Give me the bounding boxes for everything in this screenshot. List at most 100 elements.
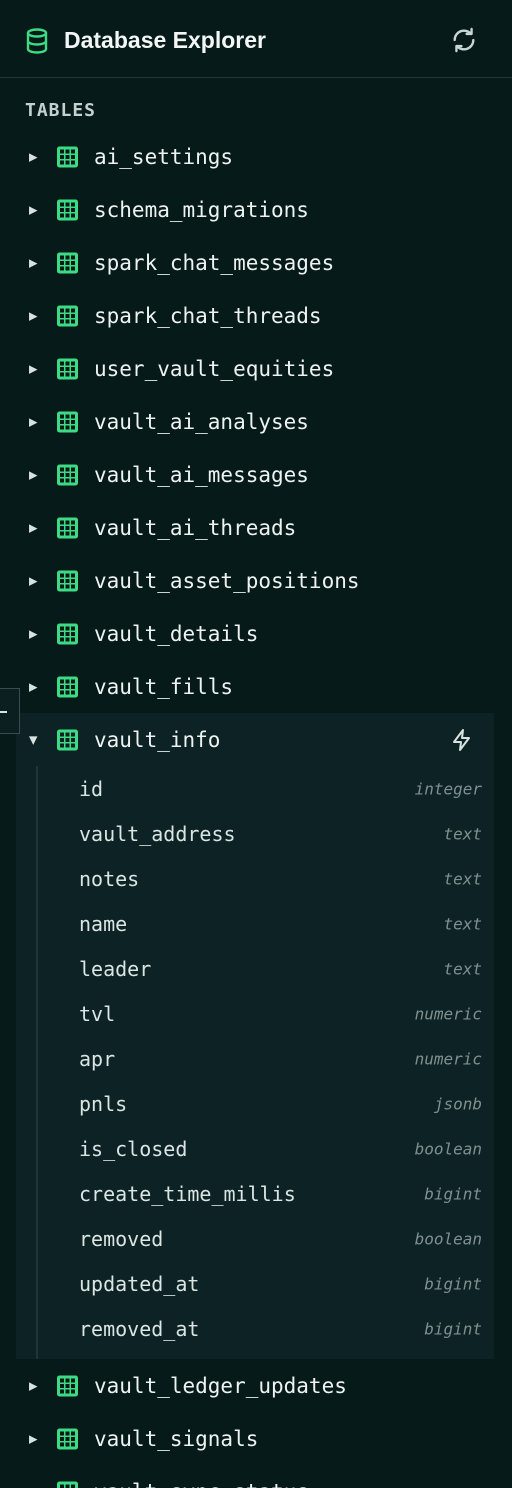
table-tree: ▶ ai_settings ▶ schema_migrations ▶ spark_cha… [0,130,512,1488]
column-name: notes [79,866,140,891]
table-grid-icon [57,464,78,485]
column-type: numeric [414,1049,482,1068]
column-row[interactable]: removed boolean [38,1216,494,1261]
column-type: boolean [414,1229,482,1248]
column-type: text [443,914,482,933]
chevron-right-icon[interactable]: ▶ [29,627,37,640]
table-row[interactable]: ▶ vault_details [0,607,512,660]
table-row[interactable]: ▶ spark_chat_threads [0,289,512,342]
table-row[interactable]: ▶ schema_migrations [0,183,512,236]
table-grid-icon [57,199,78,220]
table-row[interactable]: ▶ user_vault_equities [0,342,512,395]
expanded-table-vault-info: ▼ vault_info id integer vault_address te… [16,713,494,1359]
column-type: text [443,959,482,978]
column-row[interactable]: tvl numeric [38,991,494,1036]
column-row[interactable]: pnls jsonb [38,1081,494,1126]
column-type: bigint [424,1319,482,1338]
table-grid-icon [57,305,78,326]
explorer-header: Database Explorer [0,0,512,78]
table-row[interactable]: ▶ vault_ai_threads [0,501,512,554]
table-row[interactable]: ▶ ai_settings [0,130,512,183]
column-type: text [443,824,482,843]
sidebar-collapse-handle[interactable] [0,688,20,734]
column-name: removed_at [79,1316,200,1341]
table-grid-icon [57,358,78,379]
column-name: id [79,776,104,801]
refresh-button[interactable] [448,24,480,56]
table-row[interactable]: ▶ vault_ai_analyses [0,395,512,448]
chevron-right-icon[interactable]: ▶ [29,256,37,269]
table-row[interactable]: ▶vault_sync_status [0,1465,512,1488]
quick-query-button[interactable] [449,727,475,753]
table-row[interactable]: ▶ vault_fills [0,660,512,713]
column-name: create_time_millis [79,1181,296,1206]
table-row-expanded[interactable]: ▼ vault_info [16,713,494,766]
table-grid-icon [57,146,78,167]
refresh-icon [453,27,475,53]
chevron-right-icon[interactable]: ▶ [29,1432,37,1445]
table-name: vault_ai_threads [94,515,297,540]
column-row[interactable]: is_closed boolean [38,1126,494,1171]
chevron-right-icon[interactable]: ▶ [29,415,37,428]
table-row[interactable]: ▶ spark_chat_messages [0,236,512,289]
column-name: pnls [79,1091,128,1116]
chevron-right-icon[interactable]: ▶ [29,1379,37,1392]
table-name: vault_details [94,621,259,646]
column-name: vault_address [79,821,236,846]
table-row[interactable]: ▶ vault_ai_messages [0,448,512,501]
table-grid-icon [57,623,78,644]
column-name: leader [79,956,152,981]
table-name: ai_settings [94,144,234,169]
table-grid-icon [57,1428,78,1449]
tables-section-label: TABLES [25,100,97,121]
column-name: updated_at [79,1271,200,1296]
column-row[interactable]: create_time_millis bigint [38,1171,494,1216]
table-name: vault_info [94,727,221,752]
column-type: bigint [424,1274,482,1293]
column-row[interactable]: id integer [38,766,494,811]
column-list: id integer vault_address text notes text name t… [36,766,494,1359]
table-grid-icon [57,252,78,273]
table-name: vault_ai_analyses [94,409,309,434]
column-row[interactable]: notes text [38,856,494,901]
chevron-right-icon[interactable]: ▶ [29,309,37,322]
chevron-right-icon[interactable]: ▶ [29,521,37,534]
table-grid-icon [57,1481,78,1488]
column-type: jsonb [433,1094,482,1113]
column-name: is_closed [79,1136,188,1161]
column-type: boolean [414,1139,482,1158]
table-name: vault_signals [94,1426,259,1451]
table-grid-icon [57,729,78,750]
table-name: spark_chat_messages [94,250,335,275]
column-type: text [443,869,482,888]
column-row[interactable]: leader text [38,946,494,991]
bolt-icon [453,728,470,751]
table-grid-icon [57,517,78,538]
column-type: bigint [424,1184,482,1203]
chevron-right-icon[interactable]: ▶ [29,362,37,375]
column-row[interactable]: vault_address text [38,811,494,856]
table-name: user_vault_equities [94,356,335,381]
table-name: vault_ai_messages [94,462,309,487]
table-grid-icon [57,1375,78,1396]
table-name: vault_sync_status [94,1480,309,1488]
table-name: schema_migrations [94,197,309,222]
column-type: integer [414,779,482,798]
chevron-right-icon[interactable]: ▶ [29,468,37,481]
table-name: vault_ledger_updates [94,1373,347,1398]
table-row[interactable]: ▶ vault_ledger_updates [0,1359,512,1412]
column-row[interactable]: name text [38,901,494,946]
column-type: numeric [414,1004,482,1023]
chevron-right-icon[interactable]: ▶ [29,203,37,216]
chevron-right-icon[interactable]: ▶ [29,574,37,587]
table-name: vault_fills [94,674,234,699]
table-row[interactable]: ▶ vault_signals [0,1412,512,1465]
column-name: apr [79,1046,116,1071]
chevron-right-icon[interactable]: ▶ [29,150,37,163]
column-row[interactable]: apr numeric [38,1036,494,1081]
column-row[interactable]: removed_at bigint [38,1306,494,1351]
column-row[interactable]: updated_at bigint [38,1261,494,1306]
chevron-right-icon[interactable]: ▶ [29,680,37,693]
chevron-down-icon[interactable]: ▼ [29,733,37,746]
table-row[interactable]: ▶ vault_asset_positions [0,554,512,607]
